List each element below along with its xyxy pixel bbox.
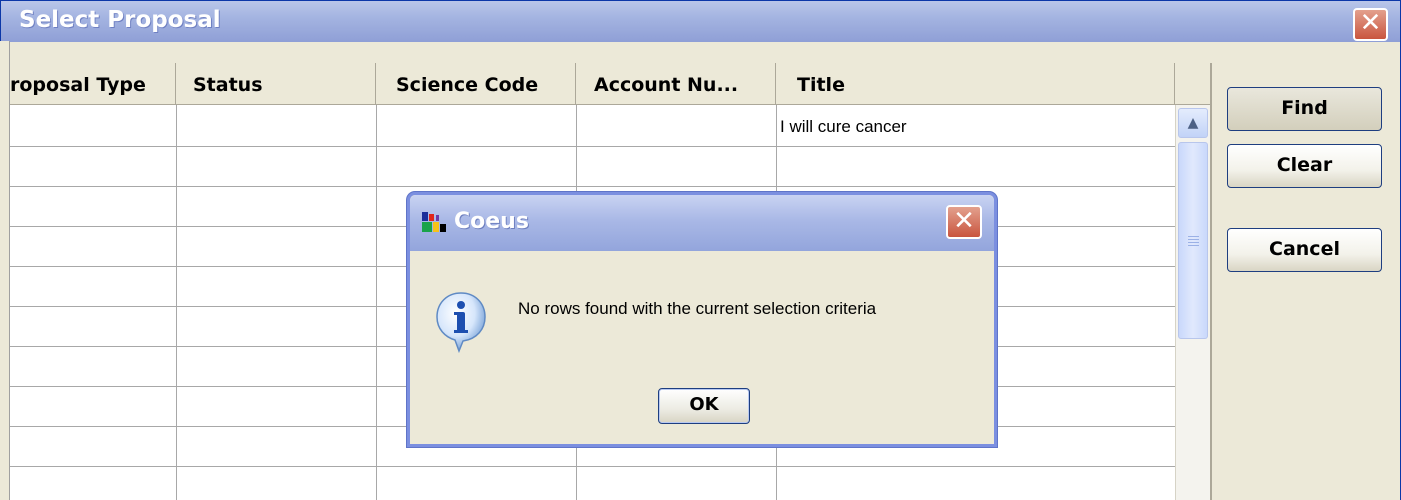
panel-separator <box>1210 63 1212 500</box>
dialog-close-button[interactable]: ✕ <box>946 205 982 239</box>
grip-line <box>1188 239 1199 240</box>
find-button[interactable]: Find <box>1227 87 1382 131</box>
dialog-title: Coeus <box>454 209 529 234</box>
scroll-up-button[interactable]: ▲ <box>1178 108 1208 138</box>
cancel-button[interactable]: Cancel <box>1227 228 1382 272</box>
column-divider <box>376 105 377 500</box>
clear-button[interactable]: Clear <box>1227 144 1382 188</box>
window-titlebar[interactable]: Select Proposal ✕ <box>1 1 1400 42</box>
column-header-proposal-type[interactable]: roposal Type <box>10 63 176 105</box>
scroll-thumb[interactable] <box>1178 142 1208 339</box>
grip-line <box>1188 245 1199 246</box>
info-icon <box>436 292 486 353</box>
grip-line <box>1188 236 1199 237</box>
column-header-status[interactable]: Status <box>176 63 376 105</box>
close-icon: ✕ <box>953 206 975 236</box>
table-header: roposal Type Status Science Code Account… <box>10 63 1175 105</box>
row-divider <box>10 186 1175 187</box>
column-divider <box>176 105 177 500</box>
window-close-button[interactable]: ✕ <box>1353 8 1388 41</box>
column-header-account-number[interactable]: Account Nu... <box>576 63 776 105</box>
coeus-logo-icon <box>422 212 446 232</box>
coeus-message-dialog: Coeus ✕ No rows found with the current s… <box>407 192 997 447</box>
chevron-up-icon: ▲ <box>1187 115 1199 131</box>
window-title: Select Proposal <box>19 7 221 33</box>
cell-title[interactable]: I will cure cancer <box>780 117 907 137</box>
column-header-title[interactable]: Title <box>776 63 1175 105</box>
row-divider <box>10 146 1175 147</box>
grip-line <box>1188 242 1199 243</box>
close-icon: ✕ <box>1359 8 1382 38</box>
dialog-titlebar[interactable]: Coeus ✕ <box>410 195 994 251</box>
row-divider <box>10 466 1175 467</box>
column-header-science-code[interactable]: Science Code <box>376 63 576 105</box>
header-corner <box>1175 63 1210 105</box>
window-left-frame <box>0 41 10 500</box>
ok-button[interactable]: OK <box>658 388 750 424</box>
dialog-message: No rows found with the current selection… <box>518 299 877 318</box>
